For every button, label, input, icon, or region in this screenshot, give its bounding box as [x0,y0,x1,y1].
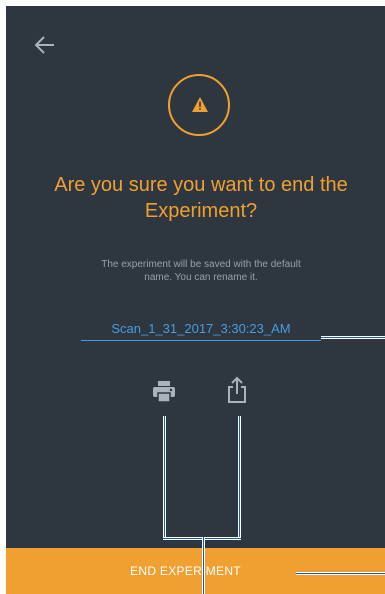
callout-line [238,416,241,540]
callout-line [321,336,385,339]
callout-line [202,537,205,594]
dialog-title: Are you sure you want to end the Experim… [54,174,348,222]
warning-badge [168,74,230,136]
callout-line [163,416,166,540]
callout-line [296,572,385,575]
share-icon [228,376,246,403]
dialog-subtitle: The experiment will be saved with the de… [101,259,301,283]
warning-icon [192,97,208,112]
end-experiment-button[interactable]: END EXPERIMENT [6,548,385,594]
printer-icon [153,381,175,403]
print-button[interactable] [151,378,177,404]
share-button[interactable] [226,376,248,404]
experiment-name-input[interactable] [81,316,321,341]
end-experiment-label: END EXPERIMENT [130,564,241,578]
arrow-left-icon [34,36,54,54]
back-button[interactable] [32,32,58,58]
end-experiment-screen: Are you sure you want to end the Experim… [6,6,385,594]
